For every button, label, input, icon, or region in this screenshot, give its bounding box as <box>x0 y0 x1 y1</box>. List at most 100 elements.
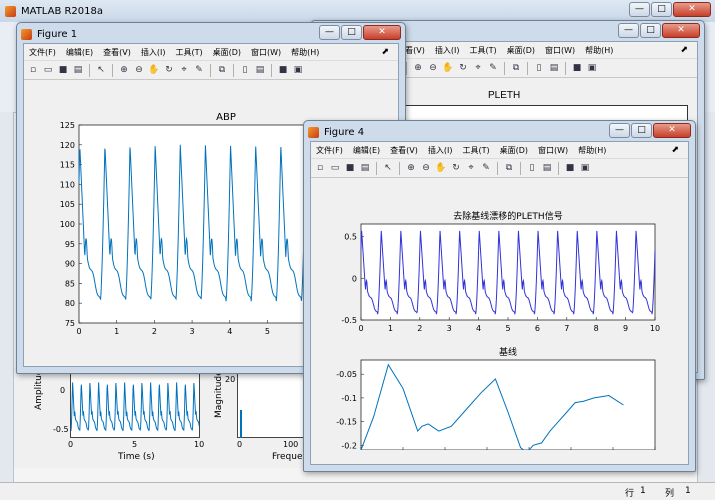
open-file-icon[interactable]: ▭ <box>329 162 341 174</box>
pointer-icon[interactable]: ↖ <box>382 162 394 174</box>
minimize-icon[interactable]: — <box>629 2 650 17</box>
figure4-menu-item[interactable]: 文件(F) <box>311 145 348 156</box>
toolbar-separator <box>210 63 211 77</box>
pointer-icon[interactable]: ↖ <box>95 64 107 76</box>
figure4-menu-item[interactable]: 帮助(H) <box>573 145 611 156</box>
close-icon[interactable]: ✕ <box>363 25 401 40</box>
brush-icon[interactable]: ✎ <box>193 64 205 76</box>
pan-icon[interactable]: ✋ <box>435 162 447 174</box>
data-cursor-icon[interactable]: ⌖ <box>472 62 484 74</box>
figure4-menu-item[interactable]: 桌面(D) <box>495 145 533 156</box>
zoom-out-icon[interactable]: ⊖ <box>133 64 145 76</box>
data-cursor-icon[interactable]: ⌖ <box>178 64 190 76</box>
toolbar-separator <box>233 63 234 77</box>
print-icon[interactable]: ▤ <box>359 162 371 174</box>
x-tick-label: 3 <box>447 324 452 333</box>
minimize-icon[interactable]: — <box>319 25 340 40</box>
figure1-menu-item[interactable]: 文件(F) <box>24 47 61 58</box>
print-icon[interactable]: ▤ <box>72 64 84 76</box>
link-icon[interactable]: ⧉ <box>510 62 522 74</box>
legend-icon[interactable]: ▤ <box>541 162 553 174</box>
bg-menu-item[interactable]: 插入(I) <box>430 45 465 56</box>
link-icon[interactable]: ⧉ <box>216 64 228 76</box>
minimize-icon[interactable]: — <box>618 23 639 38</box>
maximize-icon[interactable]: □ <box>341 25 362 40</box>
minimize-icon[interactable]: — <box>609 123 630 138</box>
toolbar-separator <box>406 61 407 75</box>
figure4-window[interactable]: Figure 4 — □ ✕ 文件(F) 编辑(E) 查看(V) 插入(I) 工具(T)… <box>303 120 696 472</box>
figure1-menu-item[interactable]: 帮助(H) <box>286 47 324 58</box>
save-icon[interactable]: ■ <box>344 162 356 174</box>
rotate-icon[interactable]: ↻ <box>457 62 469 74</box>
legend-icon[interactable]: ▤ <box>548 62 560 74</box>
figure1-menu-item[interactable]: 编辑(E) <box>61 47 98 58</box>
figure1-menu-item[interactable]: 窗口(W) <box>246 47 286 58</box>
toolbar-separator <box>89 63 90 77</box>
figure1-menu-item[interactable]: 查看(V) <box>98 47 136 58</box>
new-file-icon[interactable]: ▫ <box>314 162 326 174</box>
rotate-icon[interactable]: ↻ <box>163 64 175 76</box>
brush-icon[interactable]: ✎ <box>480 162 492 174</box>
figure1-menu-item[interactable]: 工具(T) <box>170 47 207 58</box>
zoom-in-icon[interactable]: ⊕ <box>118 64 130 76</box>
hide-tools-icon[interactable]: ■ <box>277 64 289 76</box>
pan-icon[interactable]: ✋ <box>442 62 454 74</box>
background-figure-controls: — □ ✕ <box>618 23 700 38</box>
figure1-menu-item[interactable]: 插入(I) <box>136 47 171 58</box>
bg-menu-item[interactable]: 工具(T) <box>464 45 501 56</box>
figure4-menu-item[interactable]: 编辑(E) <box>348 145 385 156</box>
zoom-in-icon[interactable]: ⊕ <box>412 62 424 74</box>
time-label: Time (s) <box>118 452 155 462</box>
close-icon[interactable]: ✕ <box>662 23 700 38</box>
zoom-out-icon[interactable]: ⊖ <box>420 162 432 174</box>
open-file-icon[interactable]: ▭ <box>42 64 54 76</box>
data-cursor-icon[interactable]: ⌖ <box>465 162 477 174</box>
figure4-menu-item[interactable]: 查看(V) <box>385 145 423 156</box>
colorbar-icon[interactable]: ▯ <box>239 64 251 76</box>
new-file-icon[interactable]: ▫ <box>27 64 39 76</box>
dock-figure-icon[interactable]: ⬈ <box>376 47 394 57</box>
show-tools-icon[interactable]: ▣ <box>292 64 304 76</box>
show-tools-icon[interactable]: ▣ <box>586 62 598 74</box>
rotate-icon[interactable]: ↻ <box>450 162 462 174</box>
dock-figure-icon[interactable]: ⬈ <box>666 145 684 155</box>
zoom-in-icon[interactable]: ⊕ <box>405 162 417 174</box>
maximize-icon[interactable]: □ <box>631 123 652 138</box>
chart-title: 去除基线漂移的PLETH信号 <box>453 210 562 222</box>
figure4-charts: 去除基线漂移的PLETH信号0123456789100.50-0.5基线0200… <box>336 210 665 463</box>
y-tick-label: 100 <box>60 220 75 229</box>
legend-icon[interactable]: ▤ <box>254 64 266 76</box>
y-tick-label: 95 <box>65 240 75 249</box>
x-tick-label: 9 <box>623 324 628 333</box>
hide-tools-icon[interactable]: ■ <box>571 62 583 74</box>
figure4-menu-item[interactable]: 插入(I) <box>423 145 458 156</box>
bg-menu-item[interactable]: 帮助(H) <box>580 45 618 56</box>
show-tools-icon[interactable]: ▣ <box>579 162 591 174</box>
x-tick-label: 6 <box>535 324 540 333</box>
dock-figure-icon[interactable]: ⬈ <box>675 45 693 55</box>
figure1-menu-item[interactable]: 桌面(D) <box>208 47 246 58</box>
figure4-menu-item[interactable]: 窗口(W) <box>533 145 573 156</box>
link-icon[interactable]: ⧉ <box>503 162 515 174</box>
hide-tools-icon[interactable]: ■ <box>564 162 576 174</box>
y-tick-label: 80 <box>65 299 75 308</box>
bg-menu-item[interactable]: 窗口(W) <box>540 45 580 56</box>
colorbar-icon[interactable]: ▯ <box>533 62 545 74</box>
figure4-menu-item[interactable]: 工具(T) <box>457 145 494 156</box>
toolbar-separator <box>497 161 498 175</box>
close-icon[interactable]: ✕ <box>653 123 691 138</box>
brush-icon[interactable]: ✎ <box>487 62 499 74</box>
y-tick-label: 120 <box>60 141 75 150</box>
bg-menu-item[interactable]: 桌面(D) <box>502 45 540 56</box>
save-icon[interactable]: ■ <box>57 64 69 76</box>
colorbar-icon[interactable]: ▯ <box>526 162 538 174</box>
maximize-icon[interactable]: □ <box>640 23 661 38</box>
toolbar-separator <box>504 61 505 75</box>
toolbar-separator <box>527 61 528 75</box>
y-tick-label: 0.5 <box>344 233 357 242</box>
maximize-icon[interactable]: □ <box>651 2 672 17</box>
status-bar: 行 1 列 1 <box>0 482 715 500</box>
zoom-out-icon[interactable]: ⊖ <box>427 62 439 74</box>
close-icon[interactable]: ✕ <box>673 2 711 17</box>
pan-icon[interactable]: ✋ <box>148 64 160 76</box>
